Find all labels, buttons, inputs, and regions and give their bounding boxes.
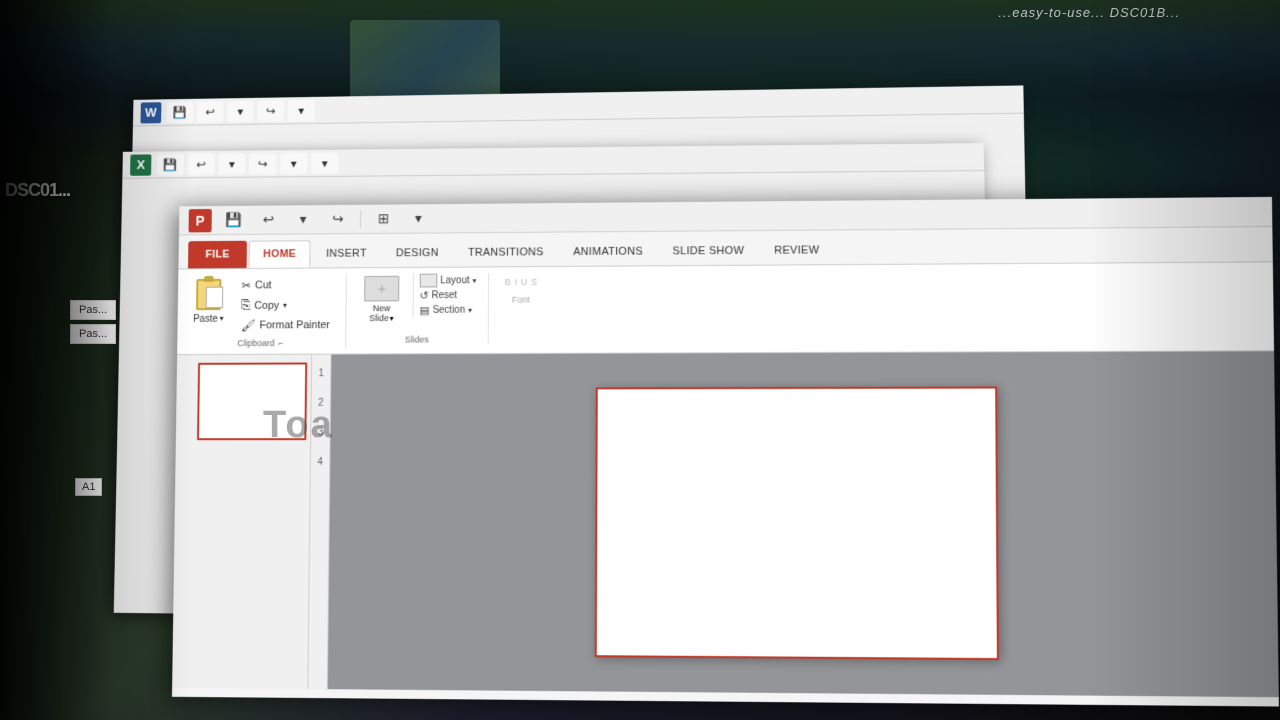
word-undo-dropdown[interactable]: ▾ — [227, 100, 254, 121]
ppt-main-area: 1 1 2 3 4 — [172, 351, 1279, 697]
font-label: Font — [501, 295, 541, 305]
clipboard-launcher[interactable]: ⌐ — [278, 339, 283, 348]
word-customize-button[interactable]: ▾ — [288, 99, 315, 121]
ppt-more-button[interactable]: ▾ — [404, 207, 433, 231]
excel-undo-button[interactable]: ↩ — [187, 153, 214, 175]
layout-icon — [420, 274, 438, 288]
clipboard-label: Clipboard ⌐ — [187, 338, 334, 348]
format-painter-label: Format Painter — [259, 319, 329, 331]
cut-button[interactable]: ✂ Cut — [238, 276, 335, 294]
font-group-placeholder: B I U S — [501, 273, 541, 291]
ppt-undo-button[interactable]: ↩ — [254, 208, 283, 232]
section-label: Section — [433, 305, 466, 316]
slide-plus-icon: + — [378, 281, 386, 297]
tab-home[interactable]: HOME — [249, 240, 311, 268]
ppt-undo-dropdown[interactable]: ▾ — [288, 208, 317, 232]
cut-label: Cut — [255, 280, 272, 292]
tab-insert[interactable]: INSERT — [312, 240, 380, 268]
ppt-icon: P — [189, 208, 212, 231]
tab-review[interactable]: REVIEW — [760, 236, 833, 264]
layout-button[interactable]: Layout ▾ — [420, 273, 477, 287]
excel-save-button[interactable]: 💾 — [157, 154, 184, 175]
slides-label: Slides — [358, 334, 476, 344]
slides-group-content: + New Slide ▾ Layout — [358, 273, 477, 331]
clipboard-icon — [196, 279, 221, 310]
ppt-window: P 💾 ↩ ▾ ↪ ⊞ ▾ FILE HOME INSERT DESIGN TR… — [172, 197, 1279, 707]
excel-redo-dropdown[interactable]: ▾ — [280, 152, 307, 174]
word-redo-button[interactable]: ↪ — [257, 100, 284, 122]
new-slide-label: New — [373, 303, 391, 313]
excel-icon: X — [130, 154, 151, 175]
font-group: B I U S Font — [500, 273, 553, 344]
copy-button[interactable]: ⎘ Copy ▾ — [237, 296, 334, 315]
layout-arrow: ▾ — [472, 276, 476, 285]
word-qat: 💾 ↩ ▾ ↪ ▾ — [167, 99, 315, 122]
reset-icon: ↺ — [420, 289, 429, 302]
cut-icon: ✂ — [241, 279, 251, 293]
word-icon: W — [140, 102, 161, 123]
excel-customize-button[interactable]: ▾ — [311, 152, 338, 174]
tab-design[interactable]: DESIGN — [382, 239, 452, 267]
paste-doc-icon — [206, 287, 224, 309]
qat-separator — [360, 210, 361, 228]
new-slide-label2: Slide — [369, 313, 389, 323]
clipboard-group: Paste ▾ ✂ Cut ⎘ Copy ▾ — [187, 274, 347, 348]
paste-icon — [191, 277, 226, 312]
new-slide-arrow: ▾ — [390, 314, 394, 323]
copy-arrow: ▾ — [283, 301, 287, 310]
clipboard-group-content: Paste ▾ ✂ Cut ⎘ Copy ▾ — [187, 274, 334, 334]
reset-label: Reset — [431, 290, 457, 301]
new-slide-icon: + — [364, 276, 399, 302]
ppt-redo-button[interactable]: ↪ — [323, 207, 352, 231]
word-undo-button[interactable]: ↩ — [197, 101, 224, 122]
paste-label: Paste — [193, 314, 218, 325]
paste-dropdown-arrow: ▾ — [220, 314, 224, 323]
layout-reset-section: Layout ▾ ↺ Reset ▤ Section ▾ — [413, 273, 477, 317]
section-button[interactable]: ▤ Section ▾ — [419, 304, 476, 317]
word-save-button[interactable]: 💾 — [167, 101, 194, 122]
toa-label: Toa — [263, 404, 334, 447]
excel-qat: 💾 ↩ ▾ ↪ ▾ ▾ — [157, 152, 339, 175]
ppt-letter: P — [196, 212, 205, 228]
ppt-save-button[interactable]: 💾 — [219, 208, 248, 232]
paste-button[interactable]: Paste ▾ — [187, 275, 230, 327]
ppt-customize-button[interactable]: ⊞ — [369, 207, 398, 231]
excel-letter: X — [136, 157, 145, 172]
tab-slideshow[interactable]: SLIDE SHOW — [659, 237, 758, 265]
slides-group-label-text: Slides — [405, 335, 429, 345]
left-edge-shadow — [0, 0, 110, 720]
word-letter: W — [145, 105, 157, 119]
tab-file[interactable]: FILE — [188, 241, 247, 269]
format-painter-icon: 🖌 — [241, 319, 256, 333]
slide-canvas[interactable] — [328, 351, 1279, 697]
reset-button[interactable]: ↺ Reset — [420, 289, 477, 302]
small-clipboard-buttons: ✂ Cut ⎘ Copy ▾ 🖌 Format Painter — [237, 276, 334, 334]
format-painter-button[interactable]: 🖌 Format Painter — [237, 316, 334, 334]
font-group-label-text: Font — [512, 295, 530, 305]
new-slide-button[interactable]: + New Slide ▾ — [358, 274, 405, 325]
ppt-qat: 💾 ↩ ▾ ↪ ⊞ ▾ — [219, 207, 433, 232]
tab-transitions[interactable]: TRANSITIONS — [454, 238, 557, 266]
row-1: 1 — [312, 359, 331, 389]
slide-editing-area[interactable] — [595, 387, 999, 661]
tab-animations[interactable]: ANIMATIONS — [559, 238, 656, 266]
copy-icon: ⎘ — [241, 298, 250, 313]
row-4: 4 — [311, 447, 330, 477]
copy-label: Copy — [254, 299, 279, 311]
excel-redo-button[interactable]: ↪ — [249, 153, 276, 175]
ppt-ribbon: FILE HOME INSERT DESIGN TRANSITIONS ANIM… — [177, 227, 1274, 355]
layout-label: Layout — [440, 275, 469, 286]
slides-group: + New Slide ▾ Layout — [358, 273, 489, 344]
watermark-text: ...easy-to-use... DSC01B... — [998, 5, 1180, 20]
section-icon: ▤ — [419, 304, 429, 317]
excel-undo-dropdown[interactable]: ▾ — [218, 153, 245, 175]
ribbon-content: Paste ▾ ✂ Cut ⎘ Copy ▾ — [177, 261, 1274, 354]
section-arrow: ▾ — [468, 306, 472, 315]
